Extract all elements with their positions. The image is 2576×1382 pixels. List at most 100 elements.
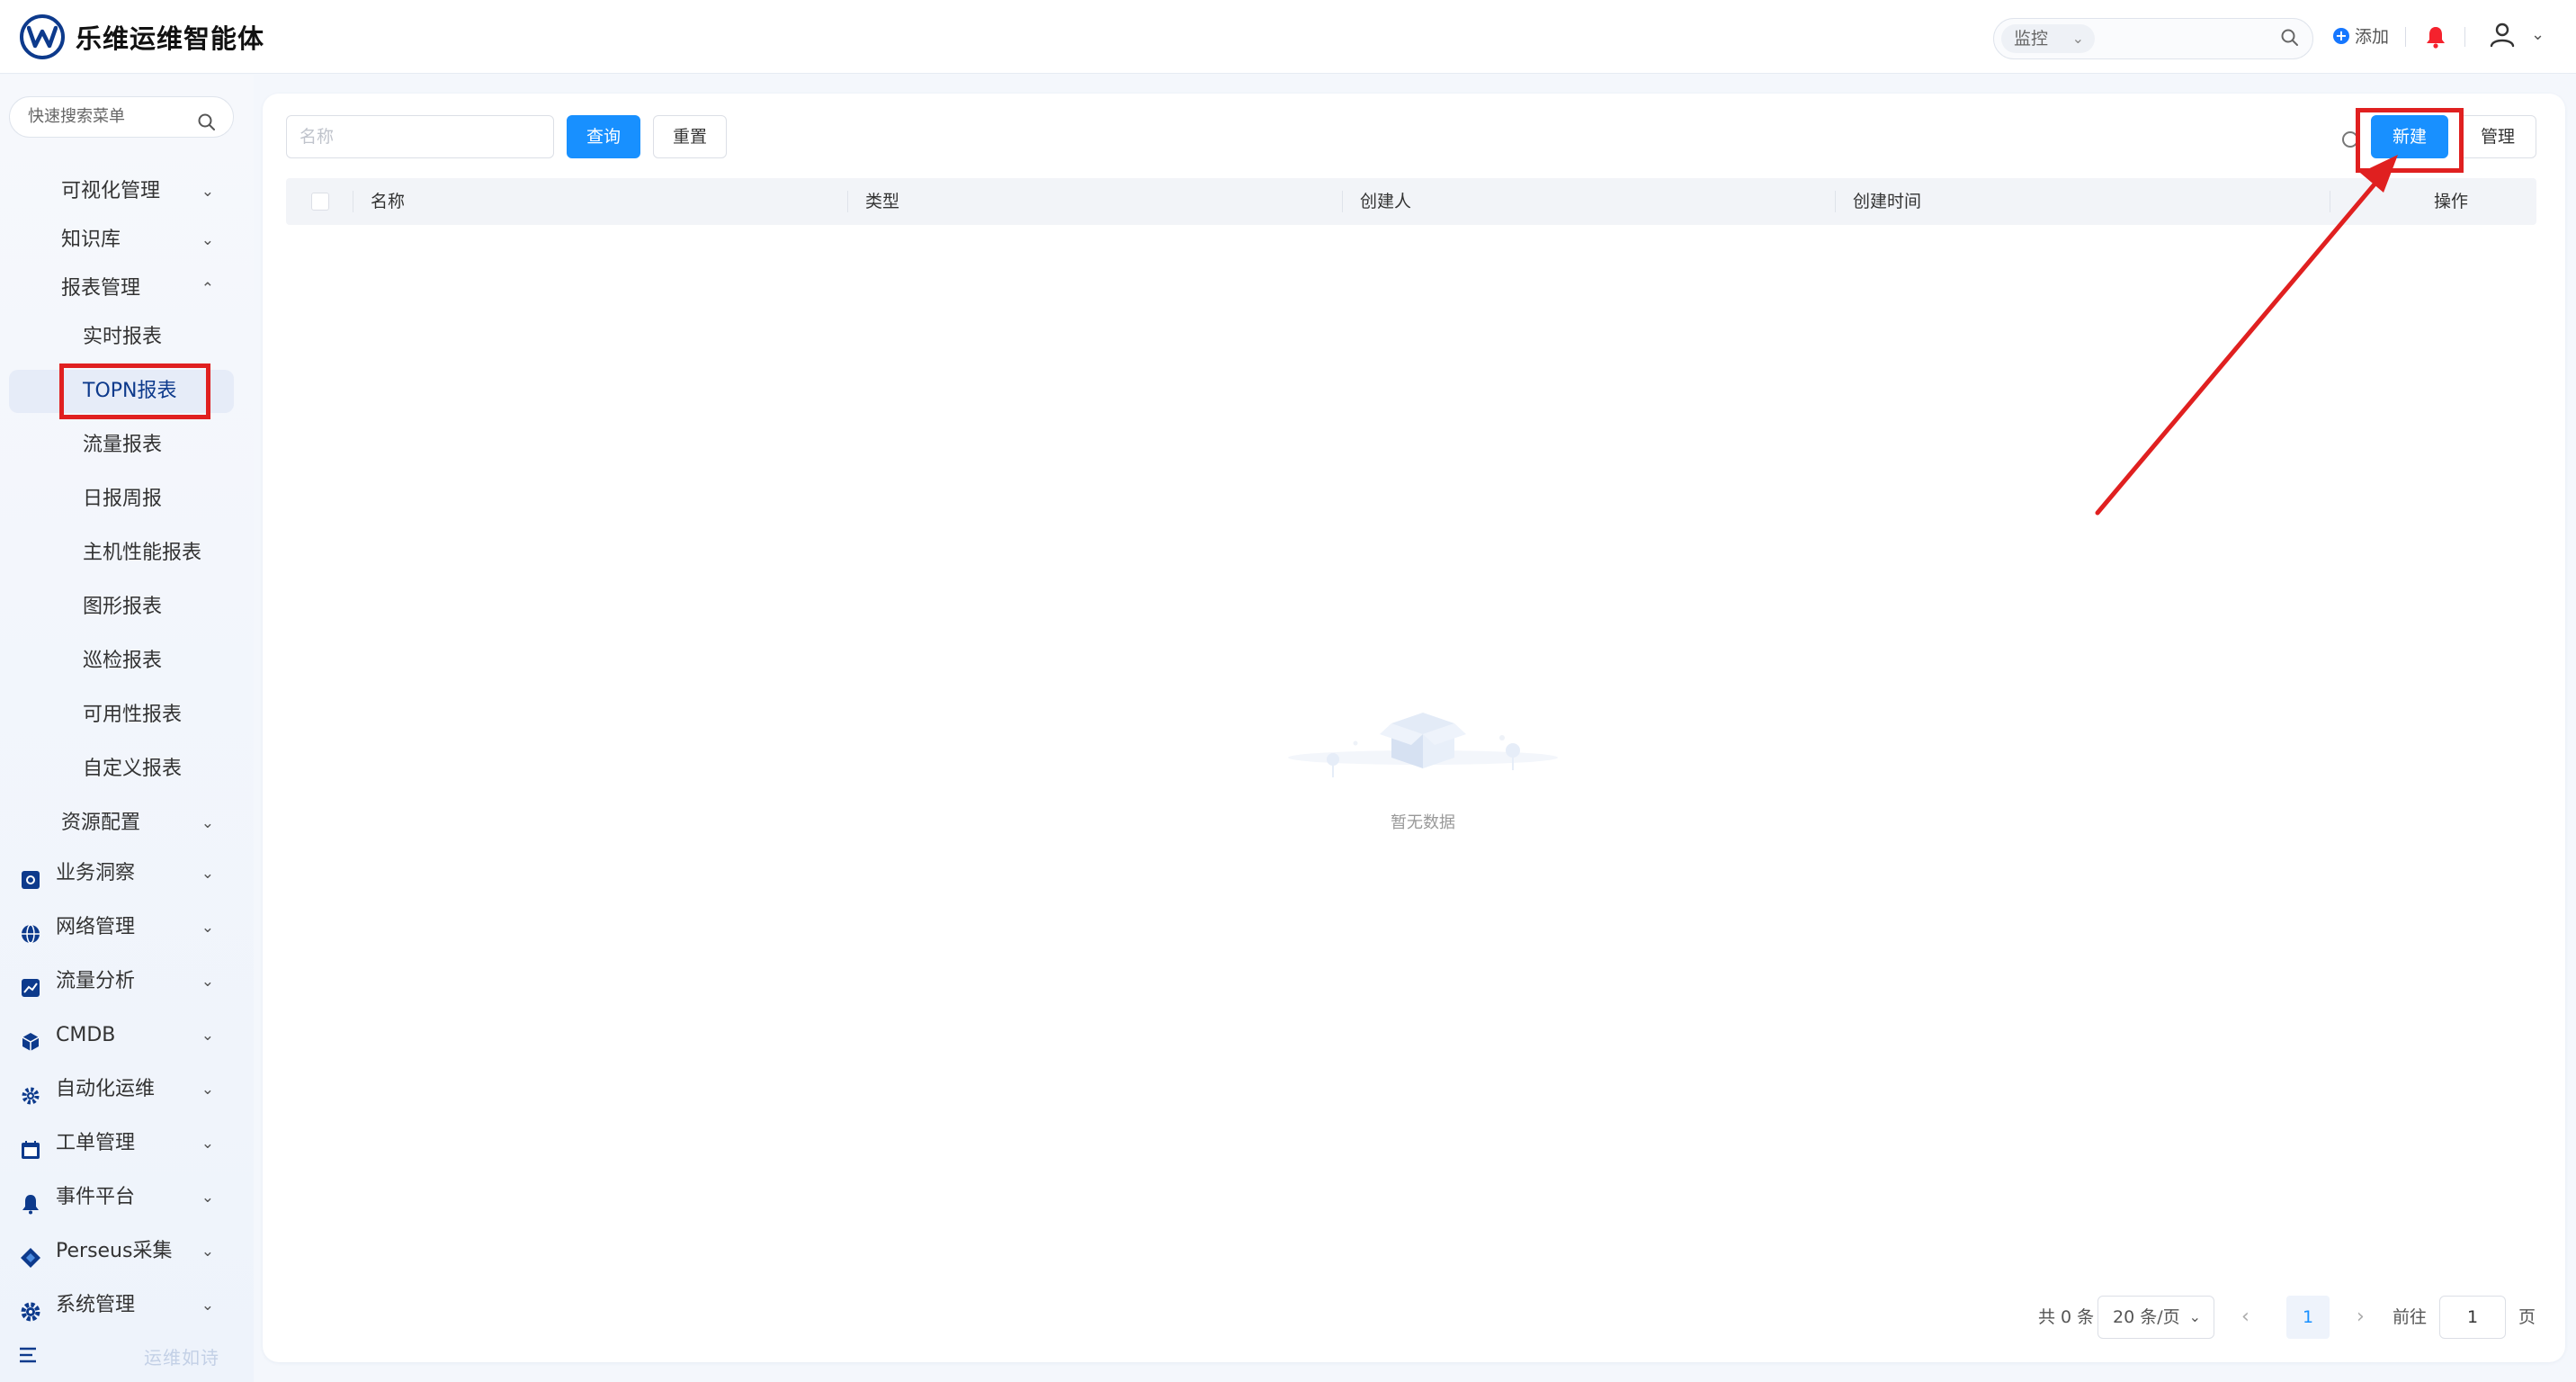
column-header-created-time[interactable]: 创建时间 bbox=[1842, 178, 1921, 225]
sidebar-item-label: CMDB bbox=[56, 1024, 116, 1046]
add-label: 添加 bbox=[2355, 27, 2390, 47]
chevron-down-icon: ⌄ bbox=[201, 183, 214, 201]
search-icon[interactable] bbox=[197, 108, 217, 148]
plus-circle-icon: + bbox=[2333, 27, 2349, 44]
chevron-down-icon: ⌄ bbox=[201, 1135, 214, 1153]
goto-label: 前往 bbox=[2393, 1307, 2428, 1327]
sidebar-item-label: 流量分析 bbox=[56, 970, 136, 992]
calendar-icon bbox=[20, 1134, 41, 1159]
column-header-actions: 操作 bbox=[2434, 192, 2469, 211]
column-header-creator[interactable]: 创建人 bbox=[1349, 178, 1411, 225]
chevron-down-icon: ⌄ bbox=[201, 973, 214, 991]
sidebar-item-daily-weekly-report[interactable]: 日报周报 bbox=[9, 478, 234, 521]
sidebar-item-system-management[interactable]: 系统管理 ⌄ bbox=[9, 1284, 234, 1327]
sidebar-item-label: Perseus采集 bbox=[56, 1240, 173, 1262]
search-scope-label: 监控 bbox=[2014, 29, 2049, 49]
sidebar-item-label: 图形报表 bbox=[83, 596, 163, 618]
sidebar-item-cmdb[interactable]: CMDB ⌄ bbox=[9, 1014, 234, 1057]
globe-icon bbox=[20, 918, 41, 944]
page-size-select[interactable]: 20 条/页 ⌄ bbox=[2097, 1296, 2214, 1339]
sidebar-item-label: 工单管理 bbox=[56, 1132, 136, 1154]
goto-page-input[interactable]: 1 bbox=[2439, 1296, 2506, 1339]
page-suffix: 页 bbox=[2518, 1307, 2536, 1327]
sidebar-item-event-platform[interactable]: 事件平台 ⌄ bbox=[9, 1176, 234, 1219]
column-divider bbox=[847, 191, 848, 212]
sidebar-item-automation-ops[interactable]: 自动化运维 ⌄ bbox=[9, 1068, 234, 1111]
search-scope-select[interactable]: 监控 ⌄ bbox=[2001, 24, 2095, 53]
sidebar-item-traffic-analysis[interactable]: 流量分析 ⌄ bbox=[9, 960, 234, 1003]
sidebar-item-label: 可视化管理 bbox=[61, 180, 161, 202]
chevron-down-icon: ⌄ bbox=[201, 1027, 214, 1045]
sidebar-slogan: 运维如诗 bbox=[144, 1347, 219, 1369]
menu-search-input[interactable]: 快速搜索菜单 bbox=[9, 96, 234, 138]
main-content: 查询 重置 新建 管理 名称 类型 创建人 创建时间 操作 bbox=[263, 94, 2565, 1362]
sidebar-item-realtime-report[interactable]: 实时报表 bbox=[9, 316, 234, 359]
sidebar-item-host-performance-report[interactable]: 主机性能报表 bbox=[9, 532, 234, 575]
empty-state-text: 暂无数据 bbox=[1391, 813, 1455, 832]
sidebar: 快速搜索菜单 可视化管理 ⌄ 知识库 ⌄ 报表管理 ⌃ 实时报表 TOPN报表 … bbox=[0, 75, 254, 1382]
next-page-icon[interactable]: › bbox=[2357, 1296, 2365, 1339]
chevron-down-icon: ⌄ bbox=[201, 1081, 214, 1099]
annotation-highlight-box bbox=[59, 363, 210, 419]
sidebar-item-label: 自定义报表 bbox=[83, 758, 183, 780]
manage-button[interactable]: 管理 bbox=[2459, 115, 2536, 158]
global-search[interactable]: 监控 ⌄ bbox=[1993, 18, 2313, 59]
user-menu-chevron-icon[interactable]: ⌄ bbox=[2531, 25, 2545, 44]
header-divider bbox=[2405, 27, 2406, 47]
sidebar-item-label: 网络管理 bbox=[56, 916, 136, 938]
chevron-down-icon: ⌄ bbox=[2071, 30, 2084, 47]
bell-icon bbox=[20, 1188, 41, 1215]
chevron-down-icon: ⌄ bbox=[201, 1189, 214, 1207]
sidebar-item-network-management[interactable]: 网络管理 ⌄ bbox=[9, 906, 234, 949]
business-insight-icon bbox=[20, 864, 41, 889]
column-header-name[interactable]: 名称 bbox=[360, 178, 405, 225]
select-all-checkbox[interactable] bbox=[311, 193, 329, 211]
sidebar-item-report-management[interactable]: 报表管理 ⌃ bbox=[9, 267, 234, 310]
reset-button[interactable]: 重置 bbox=[653, 115, 727, 158]
column-divider bbox=[1835, 191, 1836, 212]
chevron-down-icon: ⌄ bbox=[201, 865, 214, 883]
annotation-highlight-box bbox=[2356, 108, 2464, 173]
sidebar-item-custom-report[interactable]: 自定义报表 bbox=[9, 748, 234, 791]
sidebar-item-label: 资源配置 bbox=[61, 812, 141, 834]
user-avatar-icon[interactable] bbox=[2488, 20, 2517, 52]
sidebar-item-label: 业务洞察 bbox=[56, 862, 136, 884]
page-number-current[interactable]: 1 bbox=[2286, 1296, 2330, 1339]
empty-state: 暂无数据 bbox=[1279, 687, 1567, 832]
column-header-type[interactable]: 类型 bbox=[854, 178, 899, 225]
sidebar-item-knowledge-base[interactable]: 知识库 ⌄ bbox=[9, 219, 234, 262]
top-header: 乐维运维智能体 监控 ⌄ + 添加 ⌄ bbox=[0, 0, 2576, 74]
prev-page-icon[interactable]: ‹ bbox=[2241, 1296, 2250, 1339]
search-icon[interactable] bbox=[2280, 28, 2300, 51]
sidebar-item-label: 实时报表 bbox=[83, 326, 163, 348]
sidebar-item-traffic-report[interactable]: 流量报表 bbox=[9, 424, 234, 467]
sidebar-item-label: 自动化运维 bbox=[56, 1078, 156, 1100]
sidebar-item-label: 流量报表 bbox=[83, 434, 163, 456]
sidebar-item-perseus-collect[interactable]: Perseus采集 ⌄ bbox=[9, 1230, 234, 1273]
sidebar-item-ticket-management[interactable]: 工单管理 ⌄ bbox=[9, 1122, 234, 1165]
sidebar-item-inspection-report[interactable]: 巡检报表 bbox=[9, 640, 234, 683]
sidebar-item-label: 可用性报表 bbox=[83, 704, 183, 726]
menu-search-placeholder: 快速搜索菜单 bbox=[28, 107, 125, 126]
diamond-icon bbox=[20, 1242, 41, 1268]
sidebar-item-label: 主机性能报表 bbox=[83, 542, 202, 564]
sidebar-item-business-insight[interactable]: 业务洞察 ⌄ bbox=[9, 852, 234, 895]
sidebar-item-availability-report[interactable]: 可用性报表 bbox=[9, 694, 234, 737]
sidebar-item-label: 巡检报表 bbox=[83, 650, 163, 672]
table-header: 名称 类型 创建人 创建时间 操作 bbox=[286, 178, 2536, 225]
notification-bell-icon[interactable] bbox=[2425, 25, 2446, 52]
sidebar-item-resource-config[interactable]: 资源配置 ⌄ bbox=[9, 802, 234, 845]
empty-box-icon bbox=[1288, 713, 1558, 777]
add-button[interactable]: + 添加 bbox=[2333, 23, 2389, 48]
chevron-down-icon: ⌄ bbox=[201, 814, 214, 832]
chevron-up-icon: ⌃ bbox=[201, 280, 214, 298]
sidebar-item-visualization[interactable]: 可视化管理 ⌄ bbox=[9, 170, 234, 213]
app-logo-icon[interactable] bbox=[20, 14, 65, 59]
gear-icon bbox=[20, 1080, 41, 1105]
traffic-chart-icon bbox=[20, 972, 41, 997]
name-filter-input[interactable] bbox=[286, 115, 554, 158]
query-button[interactable]: 查询 bbox=[567, 115, 640, 158]
sidebar-item-graph-report[interactable]: 图形报表 bbox=[9, 586, 234, 629]
menu-collapse-icon[interactable] bbox=[18, 1345, 40, 1369]
sidebar-item-label: 日报周报 bbox=[83, 488, 163, 510]
